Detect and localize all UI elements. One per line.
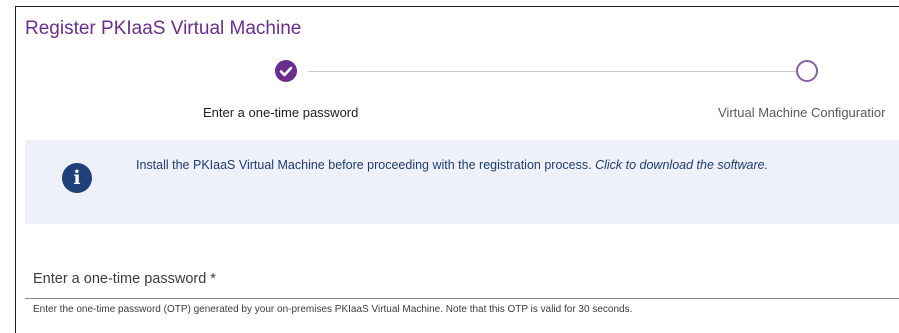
dialog-title: Register PKIaaS Virtual Machine bbox=[25, 18, 302, 39]
register-dialog: Register PKIaaS Virtual Machine Enter a … bbox=[15, 6, 899, 333]
step-label-otp: Enter a one-time password bbox=[203, 105, 359, 120]
otp-field: Enter a one-time password * bbox=[25, 263, 899, 299]
info-icon: i bbox=[62, 163, 92, 193]
download-software-link[interactable]: Click to download the software. bbox=[595, 158, 768, 172]
top-strip bbox=[0, 0, 899, 5]
stepper-connector-line bbox=[308, 71, 811, 72]
empty-circle-icon bbox=[796, 60, 818, 82]
info-banner: i Install the PKIaaS Virtual Machine bef… bbox=[25, 140, 899, 224]
info-banner-message: Install the PKIaaS Virtual Machine befor… bbox=[136, 158, 592, 172]
info-banner-text: Install the PKIaaS Virtual Machine befor… bbox=[136, 158, 768, 172]
otp-help-text: Enter the one-time password (OTP) genera… bbox=[33, 304, 633, 315]
check-circle-icon bbox=[275, 60, 297, 82]
step-label-vm-configuration: Virtual Machine Configuratior bbox=[718, 105, 886, 120]
otp-input[interactable] bbox=[25, 263, 899, 299]
